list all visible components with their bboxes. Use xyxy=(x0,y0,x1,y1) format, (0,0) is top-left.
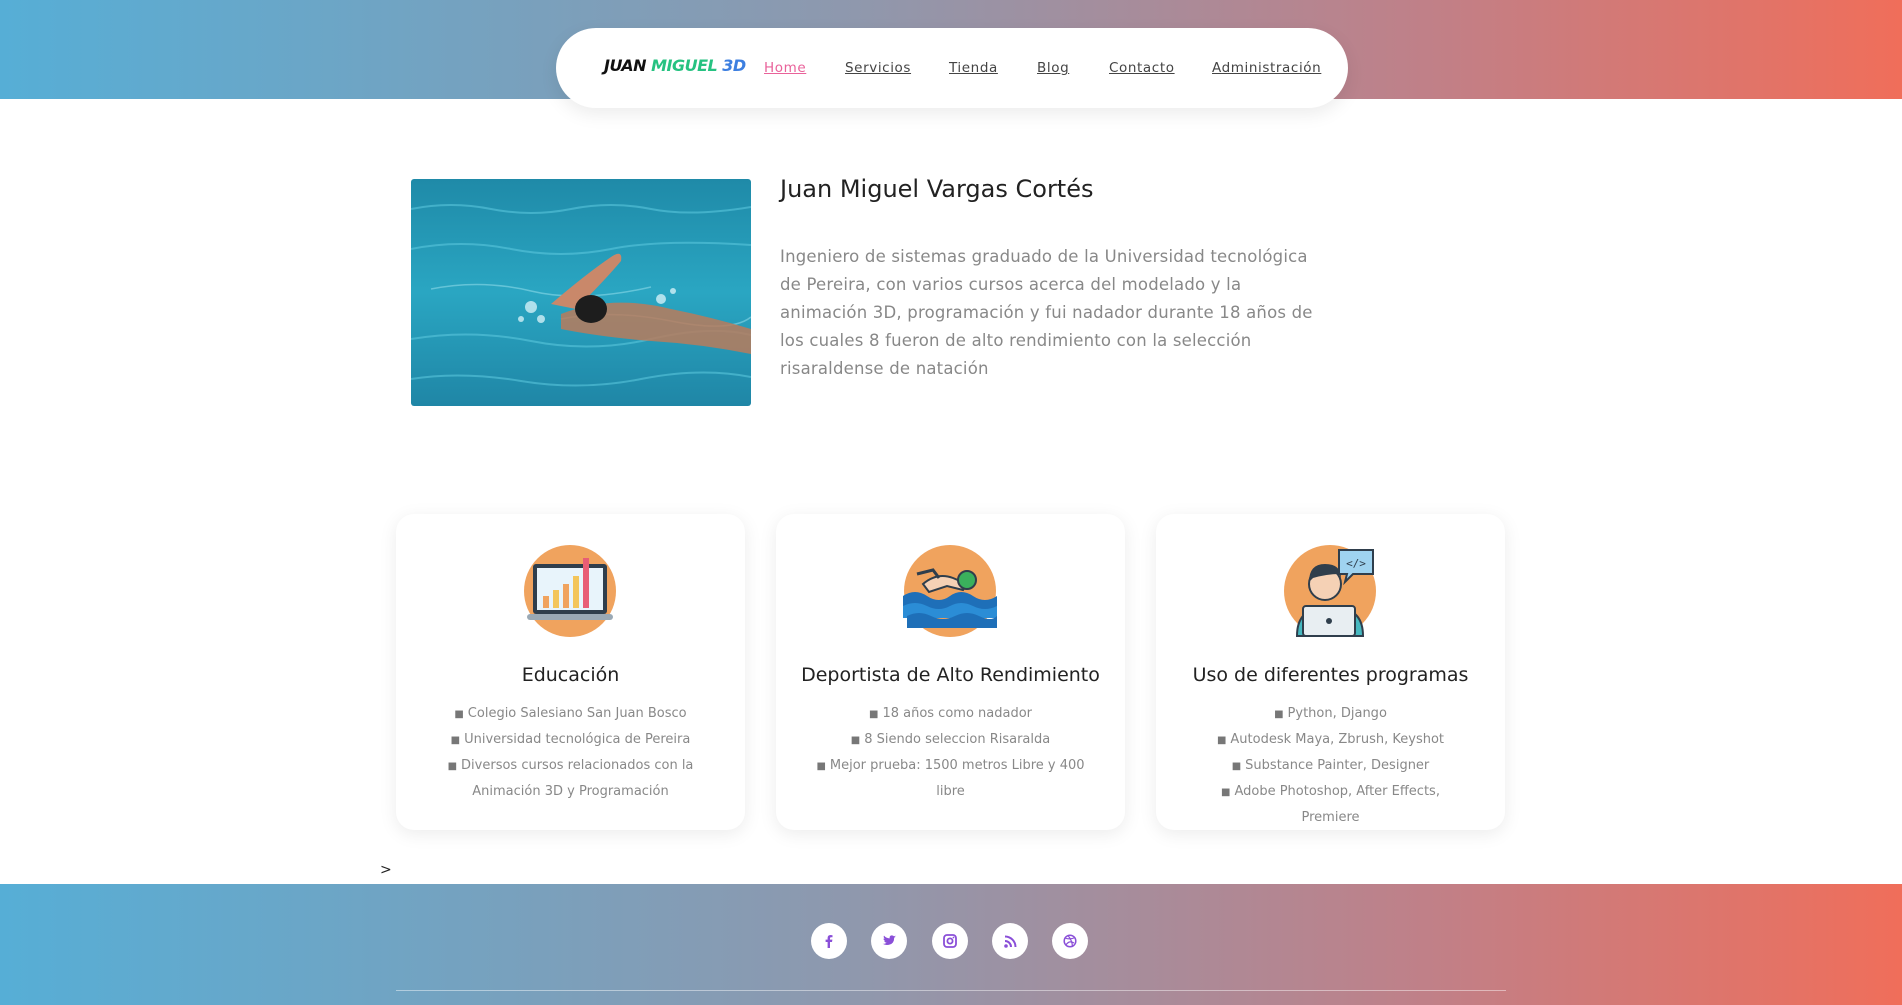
list-item: ■ Adobe Photoshop, After Effects, Premier… xyxy=(1221,784,1440,825)
hero-description: Ingeniero de sistemas graduado de la Uni… xyxy=(780,247,1313,378)
laptop-chart-icon xyxy=(523,544,617,638)
card-title: Uso de diferentes programas xyxy=(1192,664,1469,686)
developer-laptop-icon: </> xyxy=(1283,544,1377,638)
list-item: ■ Python, Django xyxy=(1274,706,1387,721)
logo-word-1: JUAN xyxy=(604,56,647,75)
swimmer-icon xyxy=(903,544,997,638)
list-item: ■ Autodesk Maya, Zbrush, Keyshot xyxy=(1216,732,1445,747)
card-deportista: Deportista de Alto Rendimiento ■ 18 años … xyxy=(776,514,1125,830)
nav-link-tienda[interactable]: Tienda xyxy=(949,60,998,76)
nav-link-home[interactable]: Home xyxy=(764,60,806,76)
card-list: ■ Python, Django ■ Autodesk Maya, Zbrush, … xyxy=(1196,701,1465,830)
hero-name: Juan Miguel Vargas Cortés xyxy=(780,175,1094,203)
card-programas: </> Uso de diferentes programas ■ Python,… xyxy=(1156,514,1505,830)
card-educacion: Educación ■ Colegio Salesiano San Juan Bo… xyxy=(396,514,745,830)
nav-link-servicios[interactable]: Servicios xyxy=(845,60,911,76)
instagram-icon[interactable] xyxy=(932,923,968,959)
card-list: ■ Colegio Salesiano San Juan Bosco ■ Unive… xyxy=(436,701,705,804)
site-logo[interactable]: JUAN MIGUEL 3D xyxy=(604,56,746,80)
card-title: Educación xyxy=(521,664,620,686)
stray-text: > xyxy=(380,862,392,878)
footer xyxy=(0,884,1902,1005)
twitter-icon[interactable] xyxy=(871,923,907,959)
nav-link-contacto[interactable]: Contacto xyxy=(1109,60,1175,76)
list-item: ■ Diversos cursos relacionados con la Ani… xyxy=(447,758,694,799)
list-item: ■ Mejor prueba: 1500 metros Libre y 400 l… xyxy=(816,758,1085,799)
footer-divider xyxy=(396,990,1506,991)
nav-link-administracion[interactable]: Administración xyxy=(1212,60,1321,76)
list-item: ■ 18 años como nadador xyxy=(868,706,1033,721)
card-title: Deportista de Alto Rendimiento xyxy=(801,664,1100,686)
swimmer-photo-graphic xyxy=(411,179,751,406)
card-list: ■ 18 años como nadador ■ 8 Siendo seleccio… xyxy=(816,701,1085,804)
nav-link-blog[interactable]: Blog xyxy=(1037,60,1069,76)
logo-word-2: MIGUEL xyxy=(651,56,718,75)
logo-word-3: 3D xyxy=(722,56,746,75)
swimmer-photo xyxy=(411,179,751,406)
facebook-icon[interactable] xyxy=(811,923,847,959)
svg-text:</>: </> xyxy=(1346,557,1366,570)
rss-icon[interactable] xyxy=(992,923,1028,959)
list-item: ■ Substance Painter, Designer xyxy=(1231,758,1430,773)
list-item: ■ Colegio Salesiano San Juan Bosco xyxy=(454,706,687,721)
list-item: ■ Universidad tecnológica de Pereira xyxy=(450,732,691,747)
navbar: JUAN MIGUEL 3D Home Servicios Tienda Blo… xyxy=(556,28,1348,108)
dribbble-icon[interactable] xyxy=(1052,923,1088,959)
list-item: ■ 8 Siendo seleccion Risaralda xyxy=(850,732,1051,747)
